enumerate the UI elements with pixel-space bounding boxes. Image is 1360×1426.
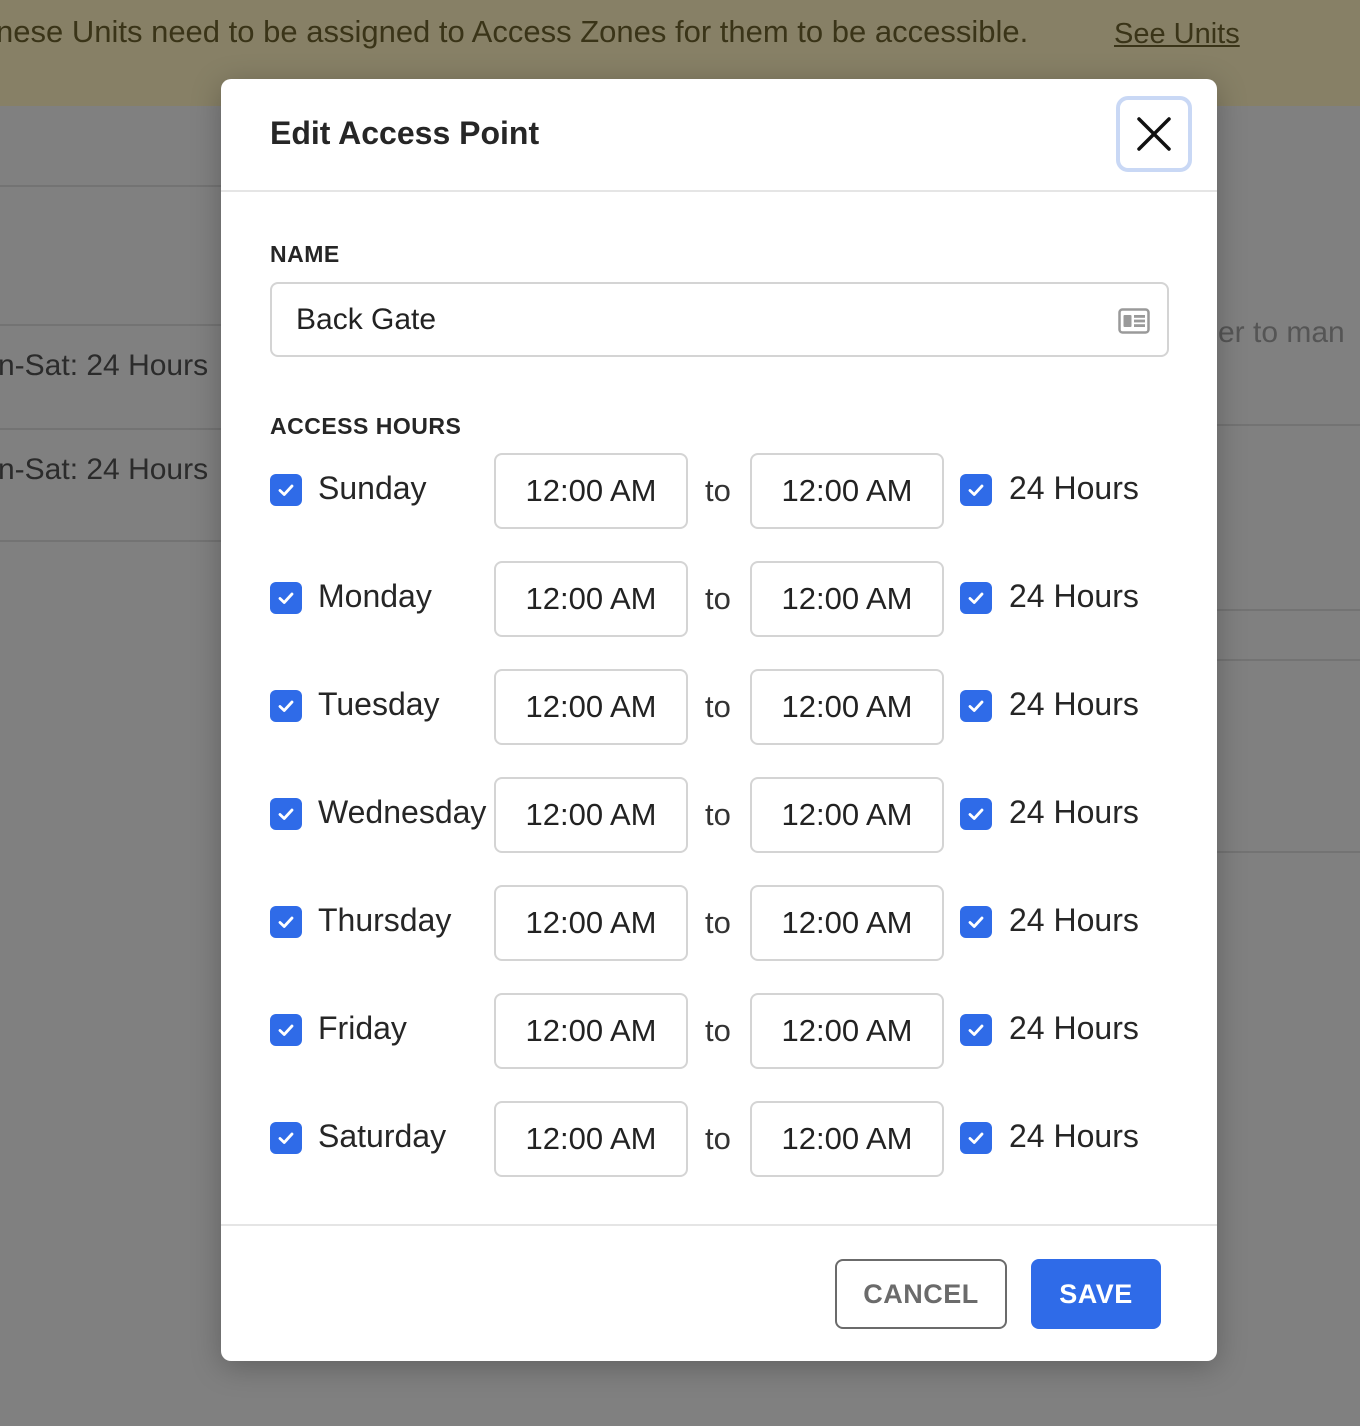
save-button[interactable]: SAVE <box>1031 1259 1161 1329</box>
day-checkbox-friday[interactable] <box>270 1014 302 1046</box>
checkmark-icon <box>278 916 294 928</box>
day-label: Saturday <box>318 1118 447 1154</box>
close-icon <box>1137 117 1171 151</box>
day-checkbox-sunday[interactable] <box>270 474 302 506</box>
all-day-checkbox[interactable] <box>960 798 992 830</box>
background-hint: er to man <box>1218 316 1345 349</box>
divider <box>1217 609 1360 611</box>
checkmark-icon <box>278 592 294 604</box>
all-day-label: 24 Hours <box>1009 470 1139 506</box>
all-day-checkbox[interactable] <box>960 1122 992 1154</box>
divider <box>1217 659 1360 661</box>
all-day-label: 24 Hours <box>1009 686 1139 722</box>
cancel-button[interactable]: CANCEL <box>835 1259 1007 1329</box>
start-time-field[interactable]: 12:00 AM <box>494 885 688 961</box>
checkmark-icon <box>968 700 984 712</box>
checkmark-icon <box>278 700 294 712</box>
day-label: Wednesday <box>318 794 487 830</box>
day-row-tuesday: Tuesday 12:00 AM to 12:00 AM 24 Hours <box>270 669 1170 745</box>
day-checkbox-tuesday[interactable] <box>270 690 302 722</box>
all-day-checkbox[interactable] <box>960 582 992 614</box>
checkmark-icon <box>968 808 984 820</box>
checkmark-icon <box>278 1132 294 1144</box>
day-label: Tuesday <box>318 686 440 722</box>
see-units-link[interactable]: See Units <box>1114 18 1240 51</box>
day-row-wednesday: Wednesday 12:00 AM to 12:00 AM 24 Hours <box>270 777 1170 853</box>
dialog-title: Edit Access Point <box>270 115 540 151</box>
access-point-hours: n-Sat: 24 Hours <box>0 349 209 382</box>
name-field[interactable] <box>270 282 1169 357</box>
start-time-field[interactable]: 12:00 AM <box>494 561 688 637</box>
checkmark-icon <box>278 808 294 820</box>
to-label: to <box>705 473 731 508</box>
day-row-thursday: Thursday 12:00 AM to 12:00 AM 24 Hours <box>270 885 1170 961</box>
to-label: to <box>705 1121 731 1156</box>
all-day-label: 24 Hours <box>1009 578 1139 614</box>
to-label: to <box>705 581 731 616</box>
divider <box>0 324 221 326</box>
access-point-hours: n-Sat: 24 Hours <box>0 453 209 486</box>
start-time-field[interactable]: 12:00 AM <box>494 777 688 853</box>
checkmark-icon <box>278 1024 294 1036</box>
day-row-monday: Monday 12:00 AM to 12:00 AM 24 Hours <box>270 561 1170 637</box>
day-row-sunday: Sunday 12:00 AM to 12:00 AM 24 Hours <box>270 453 1170 529</box>
start-time-field[interactable]: 12:00 AM <box>494 669 688 745</box>
day-label: Thursday <box>318 902 452 938</box>
day-label: Sunday <box>318 470 427 506</box>
to-label: to <box>705 905 731 940</box>
all-day-label: 24 Hours <box>1009 1118 1139 1154</box>
all-day-label: 24 Hours <box>1009 902 1139 938</box>
end-time-field[interactable]: 12:00 AM <box>750 453 944 529</box>
to-label: to <box>705 797 731 832</box>
edit-access-point-dialog: Edit Access Point NAME ACCESS HOURS Sund… <box>221 79 1217 1361</box>
all-day-checkbox[interactable] <box>960 1014 992 1046</box>
dialog-footer: CANCEL SAVE <box>221 1224 1217 1361</box>
day-label: Monday <box>318 578 432 614</box>
banner-message: nese Units need to be assigned to Access… <box>0 14 1029 49</box>
close-button[interactable] <box>1116 96 1192 172</box>
checkmark-icon <box>968 1024 984 1036</box>
access-hours-label: ACCESS HOURS <box>270 413 462 439</box>
day-checkbox-wednesday[interactable] <box>270 798 302 830</box>
all-day-label: 24 Hours <box>1009 1010 1139 1046</box>
end-time-field[interactable]: 12:00 AM <box>750 1101 944 1177</box>
checkmark-icon <box>968 916 984 928</box>
checkmark-icon <box>968 484 984 496</box>
divider <box>1217 851 1360 853</box>
to-label: to <box>705 689 731 724</box>
divider <box>0 428 221 430</box>
start-time-field[interactable]: 12:00 AM <box>494 993 688 1069</box>
start-time-field[interactable]: 12:00 AM <box>494 453 688 529</box>
day-label: Friday <box>318 1010 407 1046</box>
checkmark-icon <box>278 484 294 496</box>
end-time-field[interactable]: 12:00 AM <box>750 561 944 637</box>
all-day-checkbox[interactable] <box>960 906 992 938</box>
to-label: to <box>705 1013 731 1048</box>
name-label: NAME <box>270 241 340 267</box>
day-row-friday: Friday 12:00 AM to 12:00 AM 24 Hours <box>270 993 1170 1069</box>
checkmark-icon <box>968 592 984 604</box>
checkmark-icon <box>968 1132 984 1144</box>
start-time-field[interactable]: 12:00 AM <box>494 1101 688 1177</box>
divider <box>0 540 221 542</box>
end-time-field[interactable]: 12:00 AM <box>750 777 944 853</box>
divider <box>1217 424 1360 426</box>
day-checkbox-monday[interactable] <box>270 582 302 614</box>
all-day-checkbox[interactable] <box>960 474 992 506</box>
all-day-label: 24 Hours <box>1009 794 1139 830</box>
day-row-saturday: Saturday 12:00 AM to 12:00 AM 24 Hours <box>270 1101 1170 1177</box>
name-input[interactable] <box>296 284 1096 355</box>
end-time-field[interactable]: 12:00 AM <box>750 993 944 1069</box>
divider <box>0 185 221 187</box>
day-checkbox-saturday[interactable] <box>270 1122 302 1154</box>
contact-card-icon <box>1118 308 1150 334</box>
end-time-field[interactable]: 12:00 AM <box>750 669 944 745</box>
day-checkbox-thursday[interactable] <box>270 906 302 938</box>
all-day-checkbox[interactable] <box>960 690 992 722</box>
dialog-header: Edit Access Point <box>221 79 1217 192</box>
end-time-field[interactable]: 12:00 AM <box>750 885 944 961</box>
